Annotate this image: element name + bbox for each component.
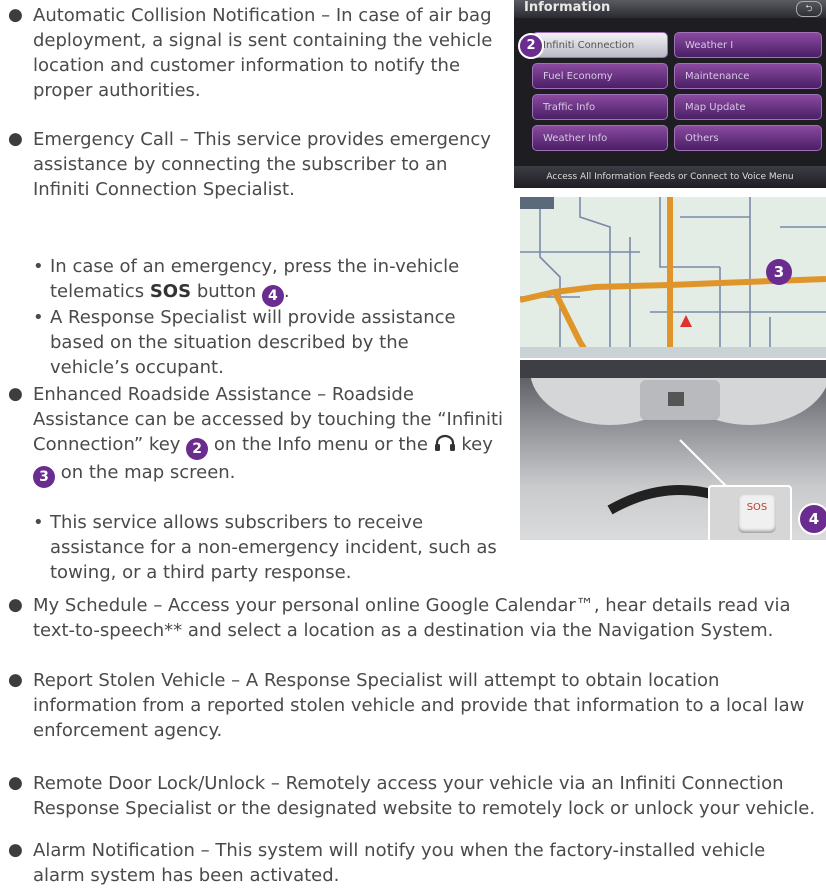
- alarm-text: Alarm Notification – This system will no…: [33, 840, 766, 886]
- info-menu-screenshot: Information ⮌ Infiniti Connection Weathe…: [514, 0, 826, 188]
- door-text: Remote Door Lock/Unlock – Remotely acces…: [33, 773, 816, 819]
- bullet-mark: ●: [8, 129, 23, 149]
- bullet-roadside-assistance: ● Enhanced Roadside Assistance – Roadsid…: [8, 382, 508, 488]
- callout-badge-3: 3: [766, 259, 792, 285]
- car-interior-photo: SOS 4: [520, 360, 826, 540]
- screen-btn-maintenance: Maintenance: [674, 63, 822, 89]
- bullet-emergency-call: ● Emergency Call – This service provides…: [8, 127, 508, 202]
- callout-badge-3: 3: [33, 466, 55, 488]
- bullet-mark: ●: [8, 670, 23, 690]
- screen-btn-traffic-info: Traffic Info: [532, 94, 668, 120]
- screen-btn-weather: Weather I: [674, 32, 822, 58]
- non-emergency-text: This service allows subscribers to recei…: [50, 512, 497, 583]
- sub-bullet-press-sos: • In case of an emergency, press the in-…: [33, 254, 493, 307]
- bullet-remote-door: ● Remote Door Lock/Unlock – Remotely acc…: [8, 771, 818, 821]
- sos-label: SOS: [149, 281, 192, 302]
- stolen-text: Report Stolen Vehicle – A Response Speci…: [33, 670, 805, 741]
- back-icon: ⮌: [796, 1, 822, 17]
- callout-badge-4: 4: [798, 503, 826, 535]
- map-screenshot: 3: [520, 197, 826, 358]
- sos-button: SOS: [738, 495, 776, 533]
- sos-button-inset: SOS: [708, 485, 792, 540]
- schedule-text: My Schedule – Access your personal onlin…: [33, 595, 791, 641]
- bullet-mark: ●: [8, 773, 23, 793]
- bullet-automatic-collision: ● Automatic Collision Notification – In …: [8, 3, 508, 103]
- screen-btn-fuel-economy: Fuel Economy: [532, 63, 668, 89]
- screen-title: Information: [514, 0, 826, 18]
- screen-btn-others: Others: [674, 125, 822, 151]
- roadside-text: Enhanced Roadside Assistance – Roadside …: [33, 382, 508, 488]
- bullet-my-schedule: ● My Schedule – Access your personal onl…: [8, 593, 818, 643]
- screen-btn-weather-info: Weather Info: [532, 125, 668, 151]
- callout-badge-2: 2: [186, 438, 209, 460]
- emergency-text: Emergency Call – This service provides e…: [33, 129, 491, 200]
- callout-badge-4: 4: [261, 285, 284, 307]
- bullet-mark: ●: [8, 384, 23, 404]
- sub-bullet-non-emergency: • This service allows subscribers to rec…: [33, 510, 503, 585]
- headset-icon: [434, 434, 455, 451]
- response-specialist-text: A Response Specialist will provide assis…: [50, 307, 456, 378]
- bullet-mark: ●: [8, 5, 23, 25]
- screen-btn-map-update: Map Update: [674, 94, 822, 120]
- screen-btn-infiniti-connection: Infiniti Connection: [532, 32, 668, 58]
- press-sos-text: In case of an emergency, press the in-ve…: [50, 254, 493, 307]
- callout-badge-2: 2: [518, 33, 544, 59]
- acn-text: Automatic Collision Notification – In ca…: [33, 5, 493, 101]
- bullet-alarm: ● Alarm Notification – This system will …: [8, 838, 818, 888]
- bullet-report-stolen: ● Report Stolen Vehicle – A Response Spe…: [8, 668, 818, 743]
- bullet-mark: ●: [8, 840, 23, 860]
- sub-bullet-response-specialist: • A Response Specialist will provide ass…: [33, 305, 473, 380]
- screen-footer: Access All Information Feeds or Connect …: [514, 166, 826, 188]
- bullet-mark: ●: [8, 595, 23, 615]
